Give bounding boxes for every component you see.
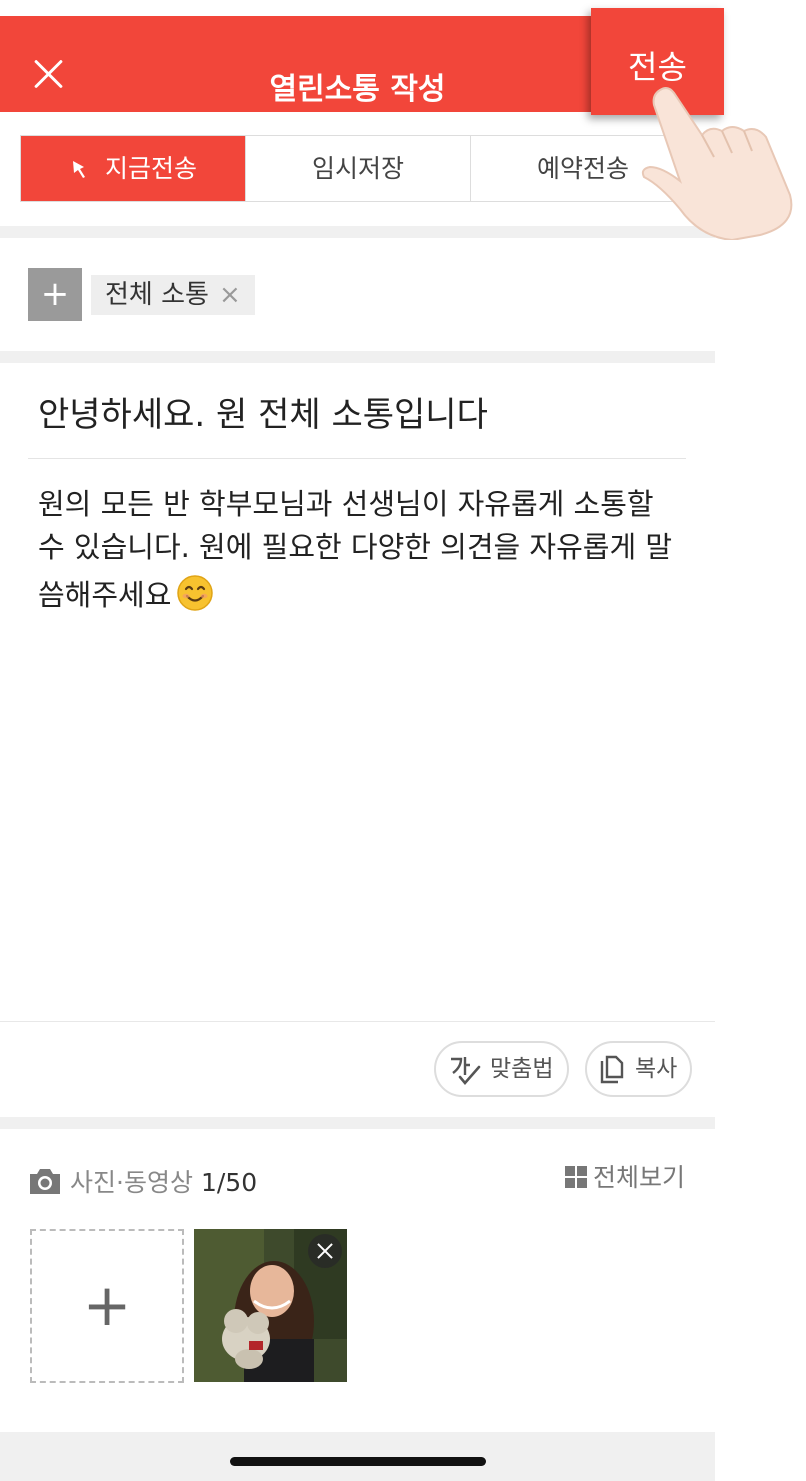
grid-icon [565, 1165, 587, 1188]
pin-icon [69, 139, 91, 178]
section-divider [0, 1117, 715, 1129]
title-underline [28, 458, 686, 459]
media-thumbnail[interactable] [194, 1229, 347, 1382]
home-indicator [230, 1457, 486, 1466]
spellcheck-label: 맞춤법 [490, 1056, 554, 1082]
tab-save-draft[interactable]: 임시저장 [245, 136, 470, 201]
copy-icon [600, 1055, 624, 1084]
section-divider [0, 226, 715, 238]
tools-divider [0, 1021, 715, 1022]
copy-button[interactable]: 복사 [585, 1041, 692, 1097]
remove-media-icon[interactable] [308, 1234, 342, 1268]
compose-screen: 열린소통 작성 지금전송 임시저장 예약전송 + 전체 소통 × 안녕하세요. 원… [0, 0, 715, 1481]
remove-recipient-icon[interactable]: × [219, 280, 241, 310]
add-media-button[interactable]: + [30, 1229, 184, 1383]
tab-send-now[interactable]: 지금전송 [21, 136, 245, 201]
tab-schedule-label: 예약전송 [536, 154, 629, 183]
view-all-button[interactable]: 전체보기 [565, 1158, 685, 1194]
add-recipient-button[interactable]: + [28, 268, 82, 321]
media-count: 1/50 [200, 1168, 258, 1197]
spellcheck-icon [451, 1057, 481, 1085]
copy-label: 복사 [635, 1056, 678, 1082]
post-title-input[interactable]: 안녕하세요. 원 전체 소통입니다 [38, 387, 488, 436]
spellcheck-button[interactable]: 맞춤법 [434, 1041, 569, 1097]
smiling-face-emoji-icon [177, 575, 214, 611]
pointing-hand-icon [641, 87, 793, 240]
media-section-label: 사진·동영상 1/50 [28, 1163, 257, 1199]
post-body-input[interactable]: 원의 모든 반 학부모님과 선생님이 자유롭게 소통할 수 있습니다. 원에 필… [38, 483, 688, 617]
post-body-text: 원의 모든 반 학부모님과 선생님이 자유롭게 소통할 수 있습니다. 원에 필… [38, 487, 673, 612]
view-all-label: 전체보기 [593, 1163, 686, 1192]
recipient-chip[interactable]: 전체 소통 × [91, 275, 255, 315]
section-divider [0, 351, 715, 363]
camera-icon [28, 1167, 62, 1195]
media-label-text: 사진·동영상 [70, 1168, 193, 1197]
recipient-chip-label: 전체 소통 [105, 280, 209, 310]
tab-send-now-label: 지금전송 [104, 154, 197, 183]
send-mode-tabs: 지금전송 임시저장 예약전송 [20, 135, 696, 202]
tab-save-draft-label: 임시저장 [311, 154, 404, 183]
